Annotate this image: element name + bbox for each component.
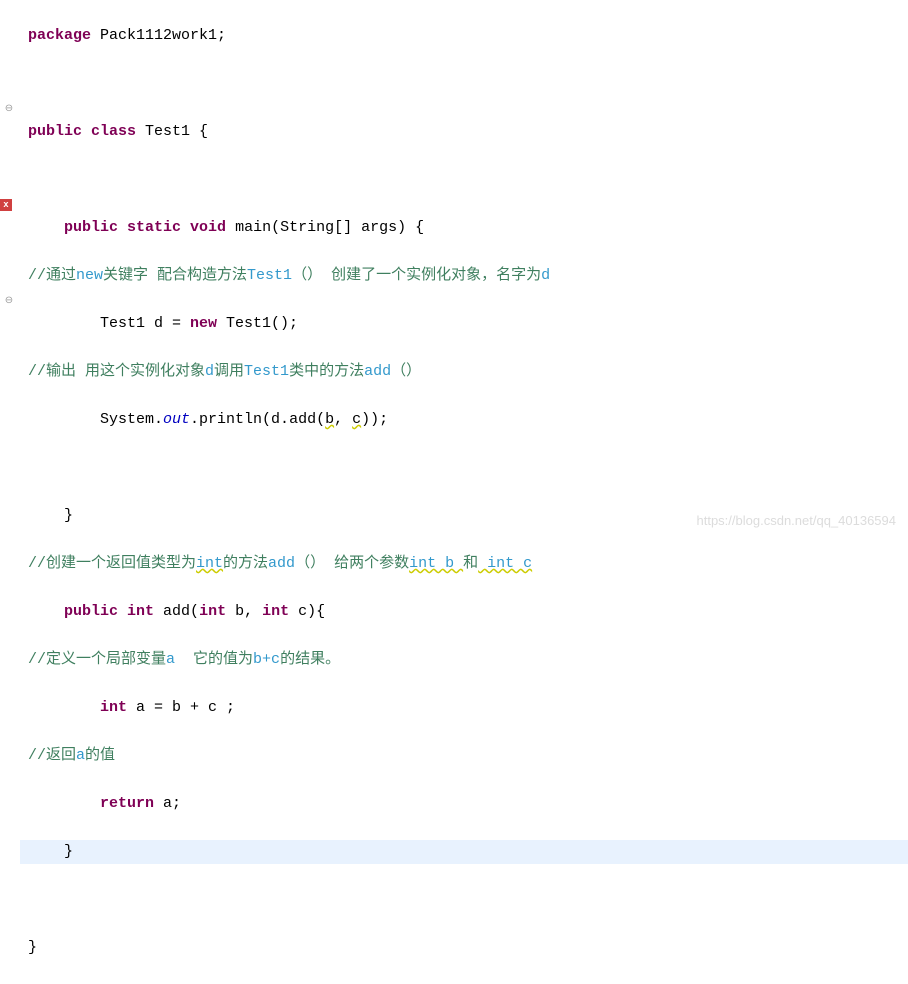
code-line: //通过new关键字 配合构造方法Test1（） 创建了一个实例化对象，名字为d (20, 264, 908, 288)
code-line: //输出 用这个实例化对象d调用Test1类中的方法add（） (20, 360, 908, 384)
code-line (20, 888, 908, 912)
keyword-public: public (64, 603, 118, 620)
code-line: int a = b + c ; (20, 696, 908, 720)
keyword-class: class (82, 123, 136, 140)
keyword-new: new (190, 315, 217, 332)
method-main: main(String[] args) { (226, 219, 424, 236)
code-line (20, 456, 908, 480)
package-name: Pack1112work1; (91, 27, 226, 44)
collapse-icon[interactable]: ⊖ (4, 103, 14, 113)
comment: //输出 用这个实例化对象 (28, 363, 205, 380)
editor-gutter: ⊖ x ⊖ (0, 0, 20, 534)
var-b: b (325, 411, 334, 428)
code-line: public class Test1 { (20, 120, 908, 144)
field-out: out (163, 411, 190, 428)
class-name: Test1 { (136, 123, 208, 140)
code-line: Test1 d = new Test1(); (20, 312, 908, 336)
code-line: System.out.println(d.add(b, c)); (20, 408, 908, 432)
keyword-public: public (64, 219, 118, 236)
comment: //定义一个局部变量 (28, 651, 166, 668)
code-line (20, 168, 908, 192)
keyword-package: package (28, 27, 91, 44)
var-c: c (352, 411, 361, 428)
code-line-current: } (20, 840, 908, 864)
code-line: } (20, 936, 908, 960)
keyword-void: void (181, 219, 226, 236)
comment: //创建一个返回值类型为 (28, 555, 196, 572)
code-line: //创建一个返回值类型为int的方法add（） 给两个参数int b 和 int… (20, 552, 908, 576)
code-line (20, 72, 908, 96)
code-line: public static void main(String[] args) { (20, 216, 908, 240)
keyword-int: int (118, 603, 154, 620)
keyword-public: public (28, 123, 82, 140)
code-line: //定义一个局部变量a 它的值为b+c的结果。 (20, 648, 908, 672)
watermark: https://blog.csdn.net/qq_40136594 (697, 513, 897, 528)
error-icon[interactable]: x (0, 199, 12, 211)
keyword-int: int (100, 699, 127, 716)
keyword-return: return (100, 795, 154, 812)
keyword-static: static (118, 219, 181, 236)
collapse-icon[interactable]: ⊖ (4, 295, 14, 305)
code-line: //返回a的值 (20, 744, 908, 768)
code-line: return a; (20, 792, 908, 816)
code-line: public int add(int b, int c){ (20, 600, 908, 624)
comment: //通过 (28, 267, 76, 284)
code-line: package Pack1112work1; (20, 24, 908, 48)
comment: //返回 (28, 747, 76, 764)
code-editor[interactable]: package Pack1112work1; public class Test… (20, 0, 908, 984)
